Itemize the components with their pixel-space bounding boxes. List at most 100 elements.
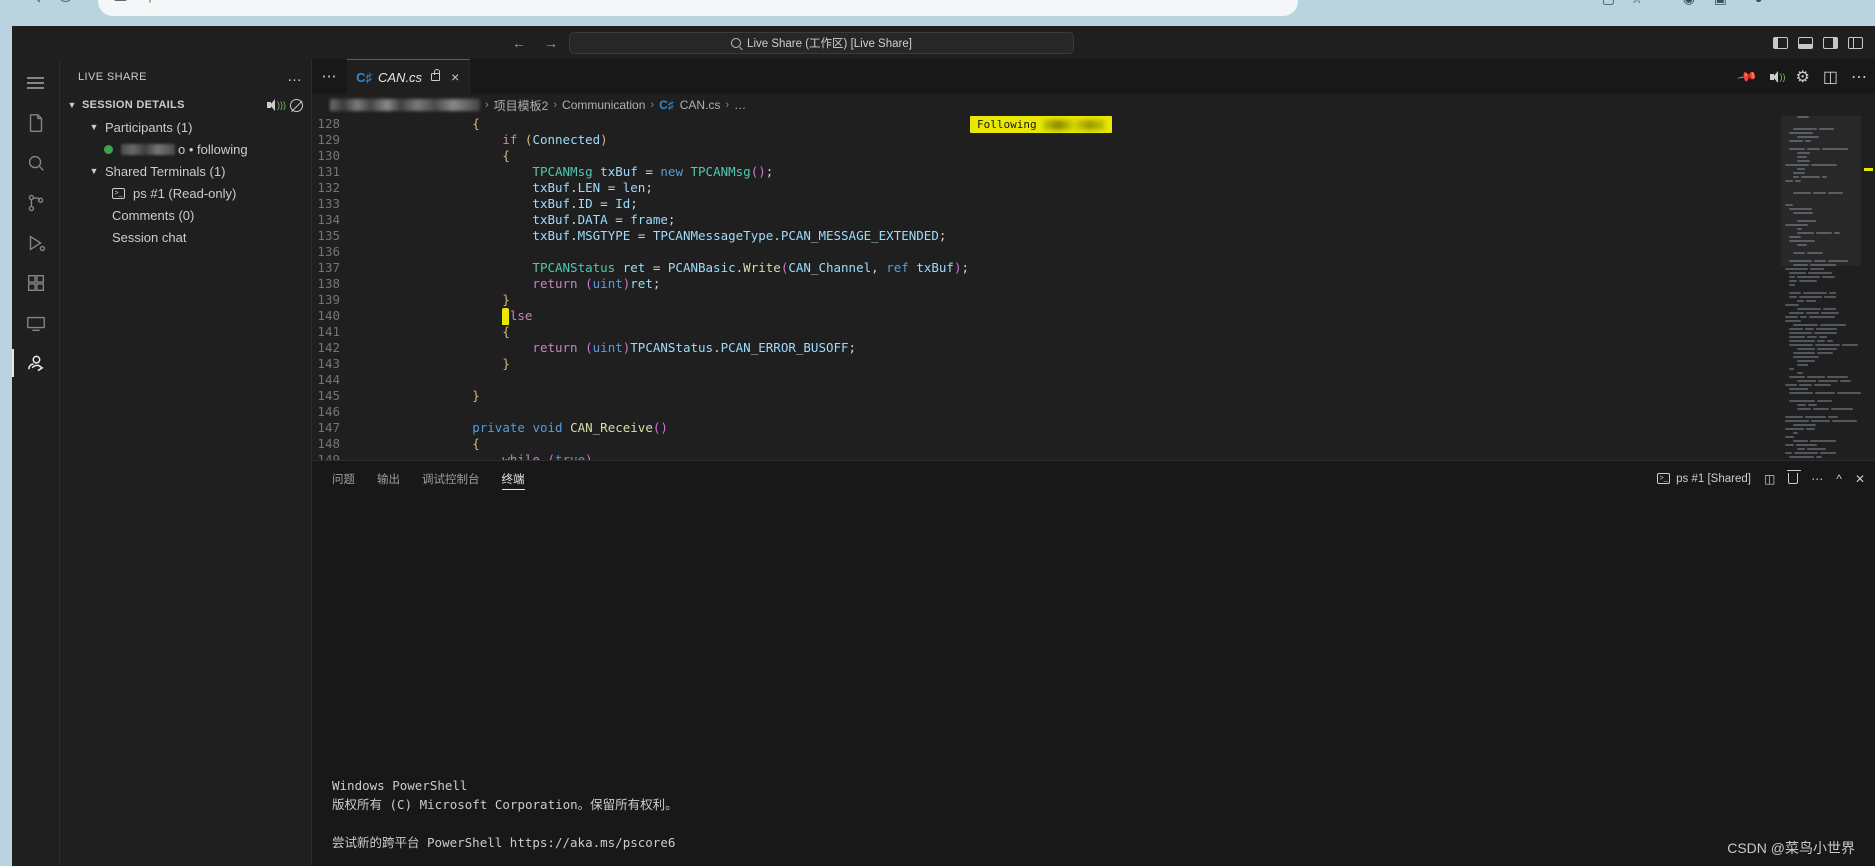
toggle-panel-icon[interactable] — [1798, 36, 1813, 49]
code-line[interactable]: 140 else — [312, 308, 1875, 324]
code-line[interactable]: 147 private void CAN_Receive() — [312, 420, 1875, 436]
editor-tab-can-cs[interactable]: C♯ CAN.cs × — [347, 59, 471, 94]
minimap-line — [1781, 396, 1861, 399]
minimap-line — [1781, 408, 1861, 411]
tree-item-terminal-ps1[interactable]: >_ ps #1 (Read-only) — [60, 182, 311, 204]
code-line[interactable]: 144 — [312, 372, 1875, 388]
code-line[interactable]: 135 txBuf.MSGTYPE = TPCANMessageType.PCA… — [312, 228, 1875, 244]
breadcrumb-item-communication[interactable]: Communication — [562, 98, 645, 112]
mute-audio-icon[interactable]: ))) — [266, 98, 286, 112]
browser-favorite-icon[interactable]: ☆ — [1630, 0, 1643, 7]
code-line[interactable]: 132 txBuf.LEN = len; — [312, 180, 1875, 196]
code-editor[interactable]: 128 {129 if (Connected) 130 {131 TPCANMsg… — [312, 116, 1875, 460]
editor-scrollbar[interactable] — [1861, 116, 1875, 460]
code-line[interactable]: 148 { — [312, 436, 1875, 452]
toggle-primary-sidebar-icon[interactable] — [1773, 36, 1788, 49]
browser-settings-icon[interactable]: ⋯ — [1783, 0, 1797, 7]
tree-item-comments[interactable]: Comments (0) — [60, 204, 311, 226]
minimap-line — [1781, 308, 1861, 311]
terminal-output[interactable]: Windows PowerShell 版权所有 (C) Microsoft Cor… — [312, 496, 1875, 866]
browser-split-icon[interactable]: ▣ — [1714, 0, 1727, 7]
minimap-line — [1781, 416, 1861, 419]
split-terminal-icon[interactable]: ◫ — [1764, 472, 1775, 486]
lock-icon[interactable] — [431, 69, 441, 81]
close-panel-icon[interactable]: ✕ — [1855, 472, 1865, 486]
breadcrumb-path-redacted[interactable] — [330, 99, 480, 111]
browser-extensions-icon[interactable]: ▢ — [1602, 0, 1615, 7]
code-line[interactable]: 145 } — [312, 388, 1875, 404]
terminal-icon: >_ — [1657, 473, 1671, 484]
search-icon[interactable] — [12, 143, 60, 183]
site-info-icon[interactable] — [114, 0, 127, 1]
tabs-overflow-icon[interactable]: ⋯ — [312, 59, 347, 94]
minimap-line — [1781, 356, 1861, 359]
code-line[interactable]: 138 return (uint)ret; — [312, 276, 1875, 292]
tree-item-participant[interactable]: o • following — [60, 138, 311, 160]
tab-output[interactable]: 输出 — [377, 461, 400, 496]
code-line[interactable]: 133 txBuf.ID = Id; — [312, 196, 1875, 212]
editor-forward-button[interactable]: → — [544, 35, 558, 51]
pin-icon[interactable]: 📌 — [1736, 65, 1759, 87]
code-line[interactable]: 129 if (Connected) — [312, 132, 1875, 148]
browser-back-icon[interactable]: ‹ — [36, 0, 41, 7]
code-line[interactable]: 130 { — [312, 148, 1875, 164]
audio-icon[interactable]: )) — [1769, 70, 1786, 84]
menu-icon[interactable] — [12, 63, 60, 103]
panel-more-actions-icon[interactable]: ⋯ — [1811, 472, 1823, 486]
stop-session-icon[interactable] — [290, 98, 303, 112]
chevron-up-icon[interactable]: ^ — [1836, 472, 1842, 486]
code-line[interactable]: 136 — [312, 244, 1875, 260]
code-line[interactable]: 143 } — [312, 356, 1875, 372]
terminal-selector[interactable]: >_ ps #1 [Shared] — [1657, 473, 1751, 485]
breadcrumb-item-project[interactable]: 项目模板2 — [494, 97, 549, 114]
remote-explorer-icon[interactable] — [12, 303, 60, 343]
more-actions-icon[interactable]: ⋯ — [1851, 67, 1867, 87]
explorer-files-icon[interactable] — [12, 103, 60, 143]
minimap-line — [1781, 284, 1861, 287]
code-line-text: TPCANMsg txBuf = new TPCANMsg(); — [532, 164, 774, 179]
code-line[interactable]: 141 { — [312, 324, 1875, 340]
tab-debug-console[interactable]: 调试控制台 — [422, 461, 480, 496]
breadcrumb-item-file[interactable]: CAN.cs — [680, 98, 721, 112]
line-number: 137 — [317, 260, 340, 275]
browser-profile-icon[interactable]: ● — [1755, 0, 1763, 6]
live-share-session-icon[interactable]: ⚙ — [1796, 67, 1810, 87]
extensions-icon[interactable] — [12, 263, 60, 303]
sidebar-more-actions-icon[interactable]: … — [287, 69, 303, 84]
editor-back-button[interactable]: ← — [512, 35, 526, 51]
tab-problems[interactable]: 问题 — [332, 461, 355, 496]
session-details-section-header[interactable]: ▼ SESSION DETAILS ))) — [60, 94, 311, 116]
tree-item-shared-terminals[interactable]: ▼ Shared Terminals (1) — [60, 160, 311, 182]
line-number: 132 — [317, 180, 340, 195]
close-icon[interactable]: × — [451, 70, 459, 84]
browser-address-bar[interactable]: https://vscode.dev/liveshare/4D4655EB6BE… — [98, 0, 1298, 16]
code-line[interactable]: 131 TPCANMsg txBuf = new TPCANMsg(); — [312, 164, 1875, 180]
code-line-text: { — [502, 148, 510, 163]
command-center[interactable]: Live Share (工作区) [Live Share] — [569, 32, 1074, 54]
code-line[interactable]: 134 txBuf.DATA = frame; — [312, 212, 1875, 228]
trash-icon[interactable] — [1787, 470, 1802, 484]
browser-collections-icon[interactable]: ◉ — [1683, 0, 1695, 7]
run-and-debug-icon[interactable] — [12, 223, 60, 263]
tab-terminal[interactable]: 终端 — [501, 461, 525, 496]
code-line[interactable]: 139 } — [312, 292, 1875, 308]
code-line[interactable]: 137 TPCANStatus ret = PCANBasic.Write(CA… — [312, 260, 1875, 276]
tree-item-session-chat[interactable]: Session chat — [60, 226, 311, 248]
code-line[interactable]: 146 — [312, 404, 1875, 420]
minimap-line — [1781, 332, 1861, 335]
code-line[interactable]: 142 return (uint)TPCANStatus.PCAN_ERROR_… — [312, 340, 1875, 356]
url-host: vscode.dev — [173, 0, 244, 3]
split-editor-icon[interactable]: ◫ — [1823, 67, 1838, 87]
customize-layout-icon[interactable] — [1848, 36, 1863, 49]
live-share-icon[interactable] — [11, 343, 60, 383]
screenshot-root: ‹ https://vscode.dev/liveshare/4D4655EB6… — [0, 0, 1875, 866]
toggle-secondary-sidebar-icon[interactable] — [1823, 36, 1838, 49]
source-control-icon[interactable] — [12, 183, 60, 223]
terminal-line: 尝试新的跨平台 PowerShell https://aka.ms/pscore… — [332, 835, 676, 850]
tree-item-participants[interactable]: ▼ Participants (1) — [60, 116, 311, 138]
breadcrumb-item-symbol[interactable]: … — [734, 98, 746, 112]
minimap-line — [1781, 392, 1861, 395]
code-line[interactable]: 149 while (true) — [312, 452, 1875, 460]
